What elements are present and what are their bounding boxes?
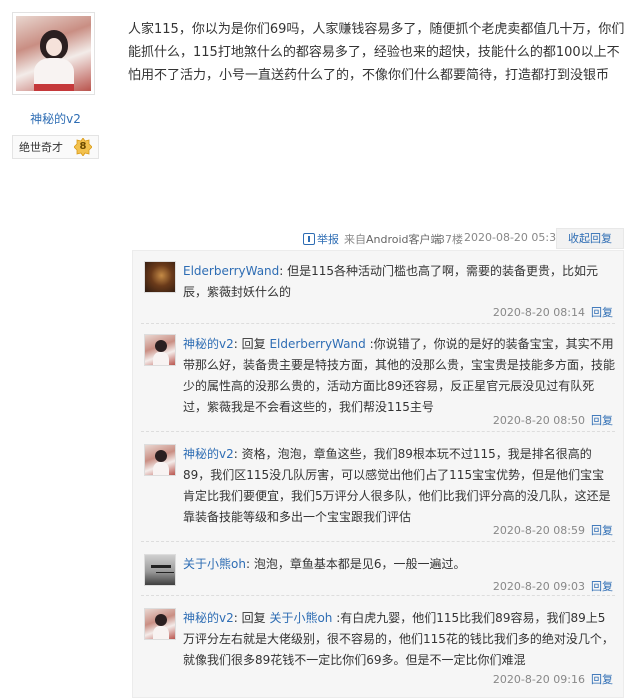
- source-client-link[interactable]: Android客户端: [366, 233, 442, 246]
- reply-avatar[interactable]: [144, 444, 176, 476]
- reply-button[interactable]: 回复: [591, 524, 613, 537]
- reply-footer: 2020-8-20 08:50 回复: [493, 412, 613, 428]
- reply-mention-link[interactable]: 关于小熊oh: [269, 611, 332, 625]
- post-time: 2020-08-20 05:34: [464, 231, 564, 244]
- reply-body: ElderberryWand: 但是115各种活动门槛也高了啊，需要的装备更贵，…: [183, 264, 599, 299]
- reply-avatar[interactable]: [144, 261, 176, 293]
- reply-button[interactable]: 回复: [591, 673, 613, 686]
- reply-author-link[interactable]: 神秘的v2: [183, 337, 234, 351]
- reply-word: 回复: [241, 611, 266, 625]
- user-avatar[interactable]: [12, 12, 95, 95]
- reply-time: 2020-8-20 08:59: [492, 524, 585, 537]
- reply-item: 神秘的v2: 资格，泡泡，章鱼这些，我们89根本玩不过115，我是排名很高的89…: [141, 444, 615, 542]
- user-title: 绝世奇才: [19, 141, 63, 154]
- reply-list: ElderberryWand: 但是115各种活动门槛也高了啊，需要的装备更贵，…: [132, 250, 624, 698]
- reply-time: 2020-8-20 08:50: [492, 414, 585, 427]
- post-content: 人家115，你以为是你们69吗，人家赚钱容易多了，随便抓个老虎卖都值几十万，你们…: [128, 22, 625, 83]
- source-prefix: 来自: [344, 233, 366, 246]
- user-title-badge: 绝世奇才 8: [12, 135, 99, 159]
- reply-text: 泡泡，章鱼基本都是见6，一般一遍过。: [253, 557, 466, 571]
- reply-footer: 2020-8-20 08:59 回复: [493, 522, 613, 538]
- post-meta-bar: 举报 来自Android客户端 37楼 2020-08-20 05:34 收起回…: [128, 228, 624, 249]
- report-icon: [303, 233, 315, 245]
- reply-item: ElderberryWand: 但是115各种活动门槛也高了啊，需要的装备更贵，…: [141, 261, 615, 324]
- reply-item: 关于小熊oh: 泡泡，章鱼基本都是见6，一般一遍过。 2020-8-20 09:…: [141, 554, 615, 596]
- user-sidebar: 神秘的v2 绝世奇才 8: [0, 0, 111, 698]
- reply-author-link[interactable]: 神秘的v2: [183, 611, 234, 625]
- reply-item: 神秘的v2: 回复 关于小熊oh :有白虎九婴，他们115比我们89容易，我们8…: [141, 608, 615, 688]
- user-level: 8: [79, 141, 87, 152]
- reply-avatar[interactable]: [144, 608, 176, 640]
- reply-footer: 2020-8-20 09:03 回复: [493, 578, 613, 594]
- reply-time: 2020-8-20 09:16: [492, 673, 585, 686]
- reply-time: 2020-8-20 09:03: [492, 580, 585, 593]
- reply-text: 资格，泡泡，章鱼这些，我们89根本玩不过115，我是排名很高的89，我们区115…: [183, 447, 611, 524]
- reply-author-link[interactable]: 关于小熊oh: [183, 557, 246, 571]
- report-button[interactable]: 举报: [303, 231, 339, 247]
- reply-author-link[interactable]: 神秘的v2: [183, 447, 234, 461]
- reply-avatar[interactable]: [144, 554, 176, 586]
- level-badge-icon: 8: [73, 137, 93, 157]
- reply-footer: 2020-8-20 08:14 回复: [493, 304, 613, 320]
- reply-body: 神秘的v2: 资格，泡泡，章鱼这些，我们89根本玩不过115，我是排名很高的89…: [183, 447, 611, 524]
- reply-button[interactable]: 回复: [591, 414, 613, 427]
- reply-body: 关于小熊oh: 泡泡，章鱼基本都是见6，一般一遍过。: [183, 557, 466, 571]
- reply-button[interactable]: 回复: [591, 580, 613, 593]
- username-link[interactable]: 神秘的v2: [0, 110, 111, 127]
- reply-mention-link[interactable]: ElderberryWand: [269, 337, 365, 351]
- avatar-image: [16, 16, 91, 91]
- reply-author-link[interactable]: ElderberryWand: [183, 264, 279, 278]
- reply-body: 神秘的v2: 回复 ElderberryWand :你说错了，你说的是好的装备宝…: [183, 337, 616, 414]
- post-floor: 37楼: [438, 233, 463, 246]
- reply-item: 神秘的v2: 回复 ElderberryWand :你说错了，你说的是好的装备宝…: [141, 334, 615, 432]
- reply-word: 回复: [241, 337, 266, 351]
- reply-footer: 2020-8-20 09:16 回复: [493, 671, 613, 687]
- collapse-replies-button[interactable]: 收起回复: [556, 228, 624, 249]
- reply-time: 2020-8-20 08:14: [492, 306, 585, 319]
- post-source: 来自Android客户端: [344, 231, 442, 247]
- reply-button[interactable]: 回复: [591, 306, 613, 319]
- reply-body: 神秘的v2: 回复 关于小熊oh :有白虎九婴，他们115比我们89容易，我们8…: [183, 611, 614, 667]
- reply-avatar[interactable]: [144, 334, 176, 366]
- report-label: 举报: [317, 233, 339, 246]
